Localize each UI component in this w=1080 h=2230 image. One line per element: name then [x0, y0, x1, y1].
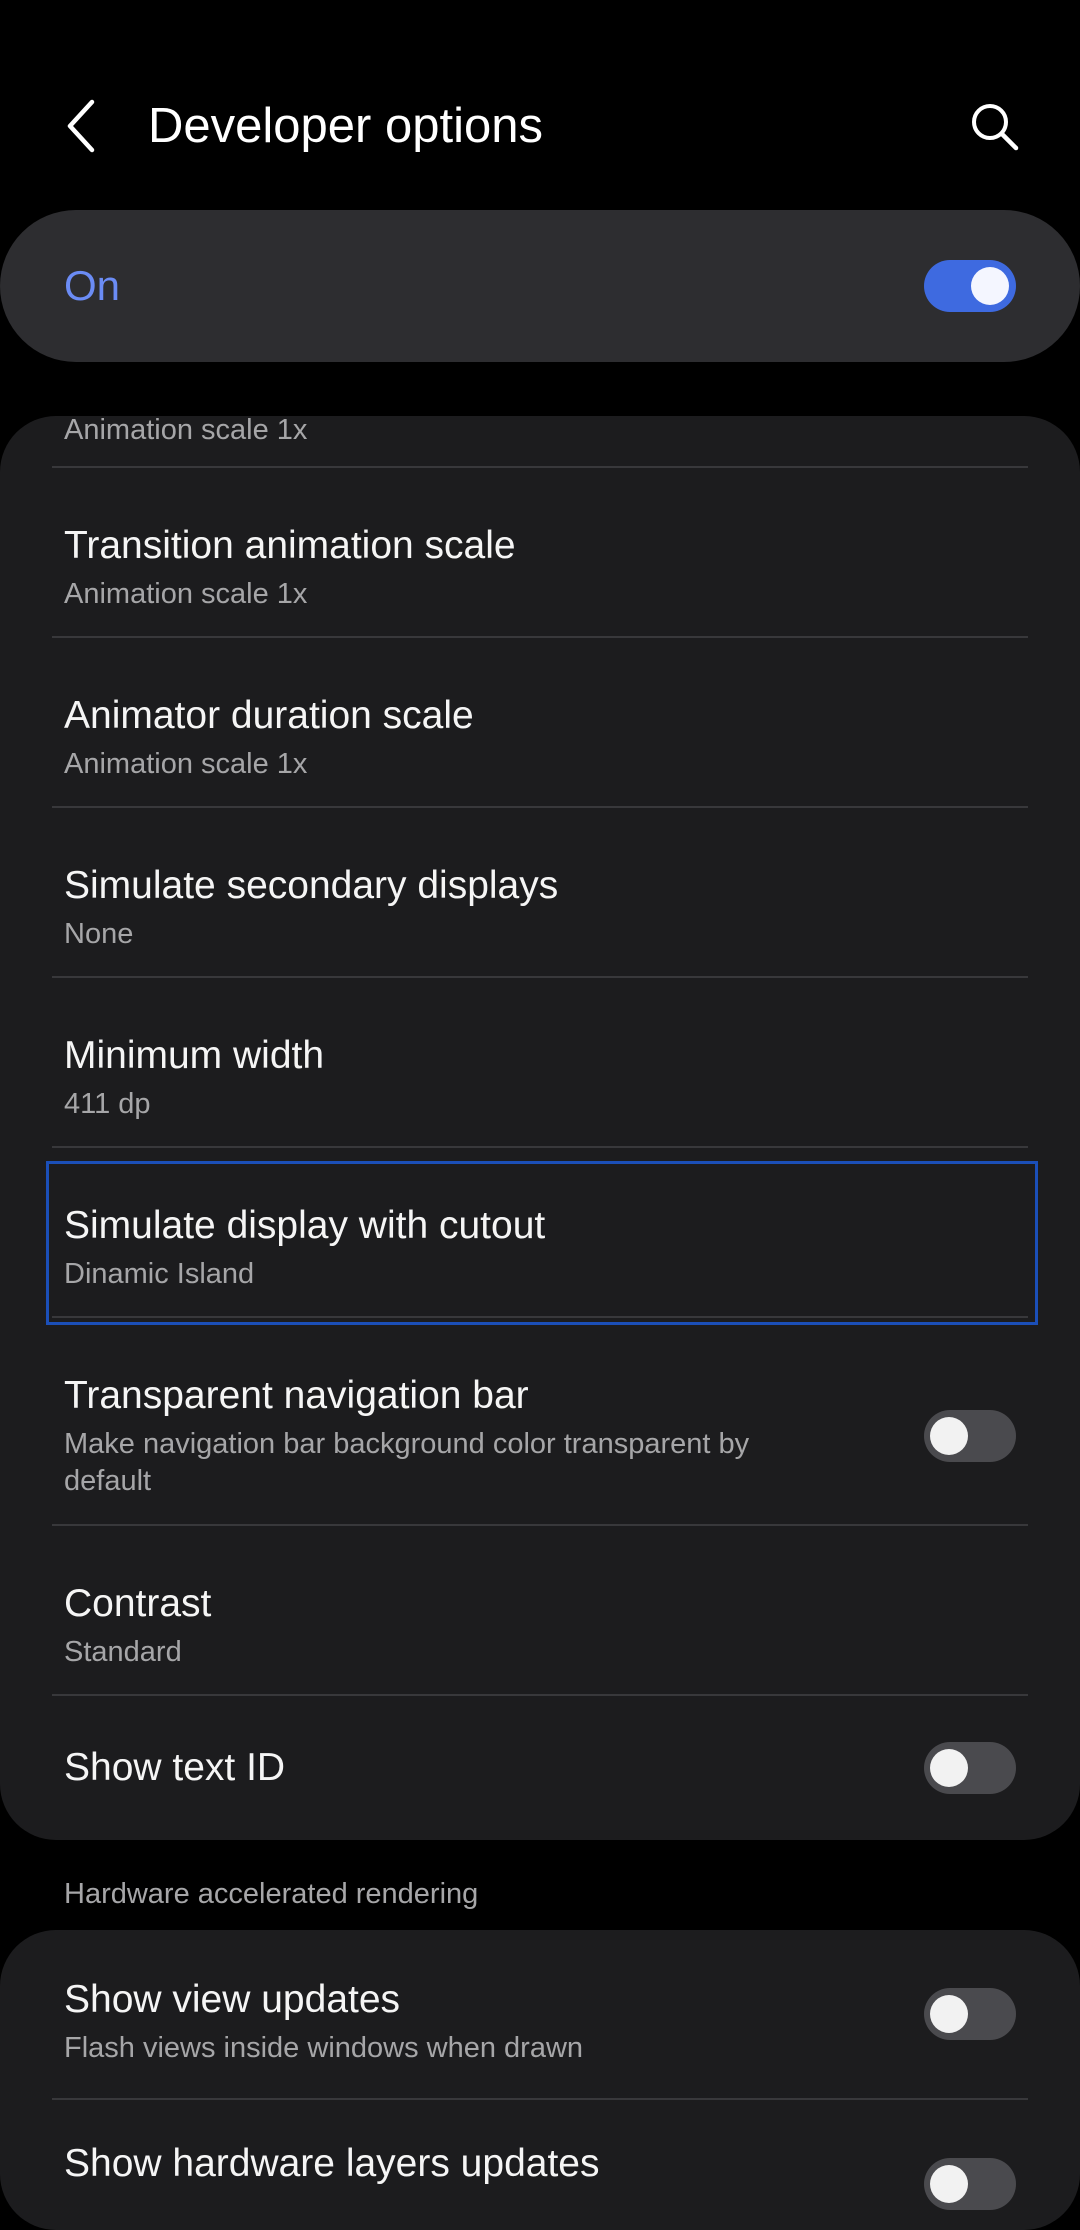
back-button[interactable] [52, 96, 112, 156]
show-text-id-toggle[interactable] [924, 1742, 1016, 1794]
section-header: Hardware accelerated rendering [64, 1878, 479, 1910]
list-item-title: Show view updates [64, 1978, 401, 2021]
search-button[interactable] [964, 96, 1024, 156]
master-toggle[interactable] [924, 260, 1016, 312]
master-switch-label: On [64, 262, 121, 309]
show-view-updates-toggle[interactable] [924, 1988, 1016, 2040]
list-item-subtitle: Animation scale 1x [64, 578, 308, 610]
toggle-knob [930, 1995, 968, 2033]
settings-card: Animation scale 1x Transition animation … [0, 416, 1080, 1840]
list-item-title: Animator duration scale [64, 694, 474, 737]
list-item-show-text-id[interactable]: Show text ID [0, 1696, 1080, 1840]
list-item-title: Simulate secondary displays [64, 864, 559, 907]
list-item-subtitle: None [64, 918, 134, 950]
list-item-title: Show text ID [64, 1746, 286, 1789]
list-item-simulate-secondary-displays[interactable]: Simulate secondary displays None [0, 808, 1080, 976]
transparent-navigation-bar-toggle[interactable] [924, 1410, 1016, 1462]
list-item-minimum-width[interactable]: Minimum width 411 dp [0, 978, 1080, 1146]
list-item-subtitle: Standard [64, 1636, 182, 1668]
master-switch-row[interactable]: On [0, 210, 1080, 362]
chevron-left-icon [67, 99, 95, 153]
list-item-show-view-updates[interactable]: Show view updates Flash views inside win… [0, 1930, 1080, 2098]
list-item-subtitle: Make navigation bar background color tra… [64, 1428, 750, 1497]
show-hardware-layers-updates-toggle[interactable] [924, 2158, 1016, 2210]
list-item-transition-animation-scale[interactable]: Transition animation scale Animation sca… [0, 468, 1080, 636]
app-header: Developer options [0, 0, 1080, 200]
toggle-knob [971, 267, 1009, 305]
list-item-transparent-navigation-bar[interactable]: Transparent navigation bar Make navigati… [0, 1318, 1080, 1524]
list-item-subtitle: Animation scale 1x [64, 416, 308, 446]
focus-highlight [46, 1161, 1038, 1325]
toggle-knob [930, 1417, 968, 1455]
list-item-title: Transparent navigation bar [64, 1374, 529, 1417]
page-title: Developer options [148, 99, 543, 153]
list-item-title: Transition animation scale [64, 524, 516, 567]
list-item-subtitle: Animation scale 1x [64, 748, 308, 780]
list-item-subtitle: Flash views inside windows when drawn [64, 2032, 584, 2064]
settings-card-hardware-rendering: Show view updates Flash views inside win… [0, 1930, 1080, 2230]
list-item-animator-duration-scale[interactable]: Animator duration scale Animation scale … [0, 638, 1080, 806]
list-item-contrast[interactable]: Contrast Standard [0, 1526, 1080, 1694]
list-item-title: Minimum width [64, 1034, 325, 1077]
toggle-knob [930, 1749, 968, 1787]
list-item-title: Show hardware layers updates [64, 2142, 600, 2185]
list-item-title: Contrast [64, 1582, 212, 1625]
list-item-show-hardware-layers-updates[interactable]: Show hardware layers updates [0, 2100, 1080, 2230]
list-item-subtitle: 411 dp [64, 1088, 151, 1120]
search-icon [972, 104, 1019, 151]
